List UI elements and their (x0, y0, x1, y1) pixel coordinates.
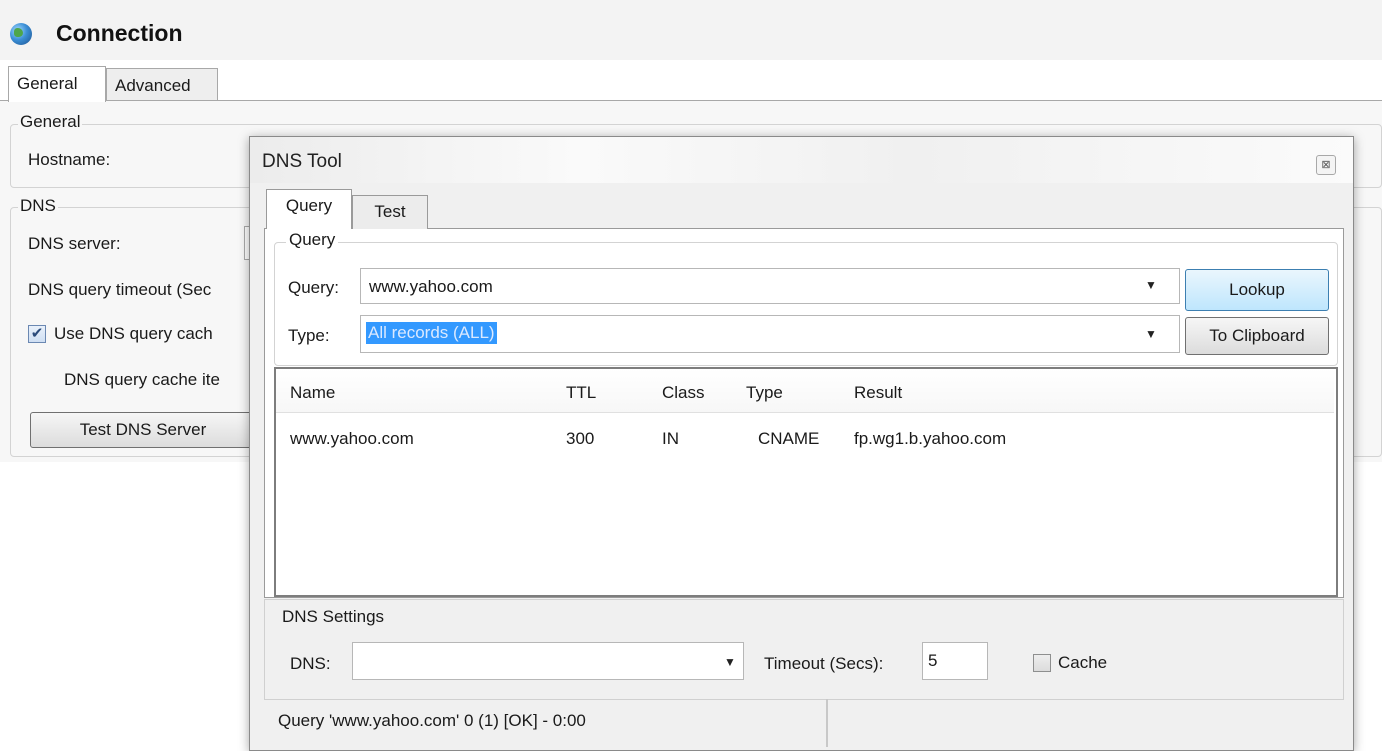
query-group-legend: Query (286, 230, 339, 250)
chevron-down-icon[interactable]: ▼ (1145, 327, 1157, 341)
dns-label: DNS: (290, 654, 331, 673)
dns-combobox[interactable] (352, 642, 744, 680)
connection-title: Connection (56, 20, 183, 46)
tab-general[interactable]: General (8, 66, 106, 102)
hostname-label: Hostname: (28, 150, 111, 169)
dns-server-label: DNS server: (28, 234, 121, 253)
dns-settings-legend: DNS Settings (282, 607, 385, 626)
dns-tool-dialog: DNS Tool ⊠ Query Test Query Query: www.y… (249, 136, 1354, 751)
to-clipboard-button[interactable]: To Clipboard (1185, 317, 1329, 355)
column-header-result[interactable]: Result (854, 383, 902, 403)
status-text: Query 'www.yahoo.com' 0 (1) [OK] - 0:00 (278, 711, 586, 730)
results-header (276, 369, 1334, 413)
tab-advanced[interactable]: Advanced (106, 68, 218, 100)
query-label: Query: (288, 278, 340, 297)
use-dns-cache-label: Use DNS query cach (54, 324, 213, 343)
dns-cache-items-label: DNS query cache ite (64, 370, 220, 389)
test-dns-server-button[interactable]: Test DNS Server (30, 412, 256, 448)
chevron-down-icon[interactable]: ▼ (1145, 278, 1157, 292)
timeout-label: Timeout (Secs): (764, 654, 884, 673)
tab-query[interactable]: Query (266, 189, 352, 229)
dns-group-legend: DNS (18, 196, 58, 216)
cache-label: Cache (1058, 653, 1108, 672)
timeout-field[interactable]: 5 (922, 642, 988, 680)
type-selected-value[interactable]: All records (ALL) (366, 322, 497, 344)
close-icon[interactable]: ⊠ (1316, 155, 1336, 175)
connection-header (0, 0, 1382, 60)
column-header-ttl[interactable]: TTL (566, 383, 596, 403)
dns-query-timeout-label: DNS query timeout (Sec (28, 280, 212, 299)
tab-test[interactable]: Test (352, 195, 428, 229)
result-cell-class[interactable]: IN (662, 429, 679, 449)
cache-checkbox[interactable] (1033, 654, 1051, 672)
globe-icon (10, 23, 32, 45)
type-label: Type: (288, 326, 330, 345)
result-cell-type[interactable]: CNAME (758, 429, 819, 449)
status-separator (826, 699, 828, 747)
result-cell-result[interactable]: fp.wg1.b.yahoo.com (854, 429, 1006, 449)
result-cell-name[interactable]: www.yahoo.com (290, 429, 414, 449)
use-dns-cache-checkbox[interactable]: ✔ (28, 325, 46, 343)
column-header-type[interactable]: Type (746, 383, 783, 403)
dialog-titlebar[interactable] (250, 137, 1353, 183)
chevron-down-icon[interactable]: ▼ (724, 655, 736, 669)
column-header-name[interactable]: Name (290, 383, 335, 403)
query-combobox[interactable]: www.yahoo.com (360, 268, 1180, 304)
lookup-button[interactable]: Lookup (1185, 269, 1329, 311)
column-header-class[interactable]: Class (662, 383, 705, 403)
result-cell-ttl[interactable]: 300 (566, 429, 594, 449)
dialog-title: DNS Tool (262, 151, 342, 172)
general-group-legend: General (18, 112, 83, 132)
